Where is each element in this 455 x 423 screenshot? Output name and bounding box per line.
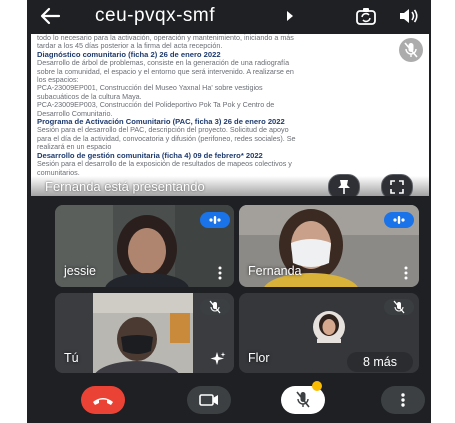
shared-document: todo lo necesario para la activación, op… <box>37 34 425 184</box>
more-vert-icon <box>401 393 405 407</box>
muted-indicator <box>200 299 230 315</box>
effects-sparkle-icon[interactable] <box>210 351 226 367</box>
notification-badge <box>312 381 322 391</box>
audio-level-icon <box>209 216 221 224</box>
pin-icon <box>338 180 350 194</box>
participant-name: Tú <box>64 351 79 365</box>
fullscreen-button[interactable] <box>381 174 413 196</box>
participant-tile-self[interactable]: Tú <box>55 293 234 373</box>
hang-up-button[interactable] <box>81 386 125 414</box>
fullscreen-icon <box>390 180 404 194</box>
meet-app-screen: ceu-pvqx-smf todo lo necesario para la a… <box>27 0 431 423</box>
speaker-icon[interactable] <box>398 7 420 25</box>
pin-button[interactable] <box>328 174 360 196</box>
mic-off-icon <box>209 300 221 314</box>
participant-tile-fernanda[interactable]: Fernanda <box>239 205 419 287</box>
presenter-mic-off-indicator <box>399 38 423 62</box>
more-participants-badge[interactable]: 8 más <box>347 352 413 372</box>
arrow-back-icon[interactable] <box>39 6 61 26</box>
presenting-label: Fernanda está presentando <box>45 179 205 194</box>
top-bar: ceu-pvqx-smf <box>27 0 431 34</box>
participant-name: Flor <box>248 351 270 365</box>
mic-off-icon <box>393 300 405 314</box>
chevron-right-icon[interactable] <box>285 10 295 22</box>
participant-name: Fernanda <box>248 264 302 278</box>
participant-name: jessie <box>64 264 96 278</box>
more-options-button[interactable] <box>381 386 425 414</box>
muted-indicator <box>384 299 414 315</box>
participant-tile-jessie[interactable]: jessie <box>55 205 234 287</box>
more-options-icon[interactable] <box>404 266 408 280</box>
speaking-indicator <box>384 212 414 228</box>
meeting-code[interactable]: ceu-pvqx-smf <box>95 5 215 27</box>
camera-icon <box>199 394 218 406</box>
mic-off-icon <box>404 42 418 58</box>
document-line: sobre la comunidad, el espacio y el ento… <box>37 66 294 76</box>
speaking-indicator <box>200 212 230 228</box>
camera-toggle-button[interactable] <box>187 386 231 414</box>
document-line: Sesión para el desarrollo de la exposici… <box>37 159 292 169</box>
hang-up-icon <box>93 398 113 405</box>
switch-camera-icon[interactable] <box>355 6 377 26</box>
shared-screen[interactable]: todo lo necesario para la activación, op… <box>31 34 429 196</box>
audio-level-icon <box>393 216 405 224</box>
more-options-icon[interactable] <box>218 266 222 280</box>
